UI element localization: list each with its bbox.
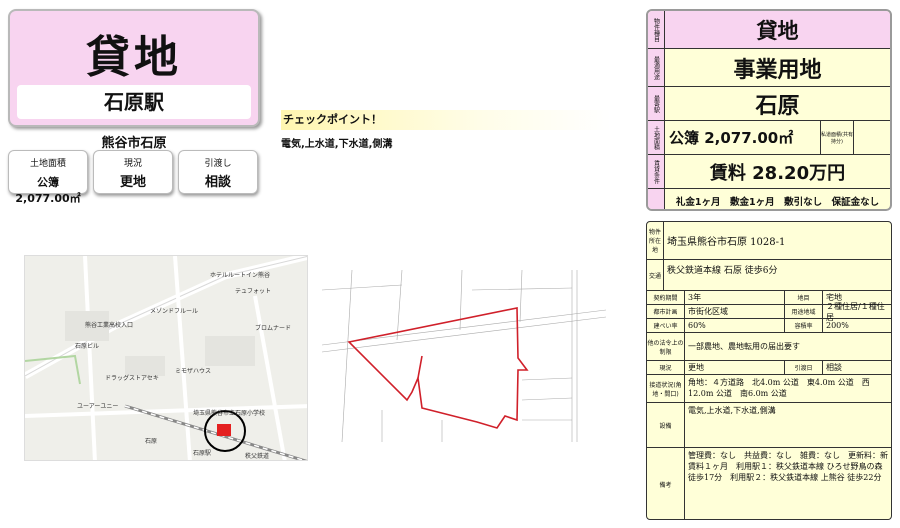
location-text: 熊谷市石原 [101,136,167,151]
checkpoint-title: チェックポイント！ [281,110,611,130]
site-plan [322,270,606,442]
location-map: ホテルルートイン熊谷 テュフォット 熊谷工業高校入口 メゾンドフルール 石原ビル… [24,255,308,461]
spec-panel: 物件種目 貸地 最適用途 事業用地 最寄駅 石原 土地面積 公簿 2,077.0… [646,9,892,211]
detail-label: 備考 [647,448,685,519]
address-value: 埼玉県熊谷市石原 1028-1 [667,237,786,248]
delivery-value: 相談 [204,175,231,190]
spec-row: 礼金1ヶ月 敷金1ヶ月 敷引なし 保証金なし [648,189,890,209]
detail-label: 現況 [647,361,685,374]
spec-label [648,189,665,209]
plan-svg [322,270,606,442]
detail-label: 地目 [785,291,823,304]
transport-value: 秩父鉄道本線 石原 徒歩6分 [667,266,778,276]
map-label: 石原駅 [193,450,212,457]
detail-label: 契約期間 [647,291,685,304]
detail-label: 引渡日 [785,361,823,374]
map-label: 石原 [145,438,158,445]
detail-label: 接道状況(角地・間口) [647,375,685,402]
land-area-label: 土地面積 [29,159,66,169]
detail-row: 交通 秩父鉄道本線 石原 徒歩6分 [647,260,891,291]
detail-row: 接道状況(角地・間口) 角地：４方道路 北4.0m 公道 東4.0m 公道 西1… [647,375,891,403]
map-label: 秩父鉄道 [245,453,270,460]
title-card: 貸地 石原駅 [8,9,260,127]
detail-label: 用途地域 [785,305,823,318]
contract-value: 3年 [685,291,785,304]
spec-label: 最適用途 [648,49,665,86]
map-label: ブロムナード [255,325,292,332]
land-area-box: 土地面積 公簿 2,077.00㎡ [8,150,88,205]
detail-row: 物件所在地 埼玉県熊谷市石原 1028-1 [647,222,891,260]
spec-label: 土地面積 [648,121,665,154]
spec-row: 土地面積 公簿 2,077.00㎡ 私道面積(共有持分) [648,121,890,155]
detail-label: 容積率 [785,319,823,332]
zoning-value: ２種住居/１種住居 [826,301,885,322]
delivery-box: 引渡し 相談 [178,150,258,194]
station-name: 石原駅 [17,85,251,119]
current-status-box: 現況 更地 [93,150,173,194]
rent-value: 賃料 28.20万円 [709,162,846,184]
map-label: 埼玉県熊谷市立石原小学校 [193,410,266,417]
map-label: ミモザハウス [175,368,212,375]
map-label: ユーアーユニー [77,403,119,410]
floor-ratio-value: 200% [826,321,849,330]
spec-value: 公簿 2,077.00㎡ [669,129,794,147]
detail-label: 物件所在地 [647,222,664,259]
map-label: 石原ビル [75,343,100,350]
delivery-date-value: 相談 [826,363,842,372]
map-label: ホテルルートイン熊谷 [210,272,271,279]
spec-label: 賃貸条件 [648,155,665,188]
map-label: テュフォット [235,288,272,295]
spec-row: 物件種目 貸地 [648,11,890,49]
city-plan-value: 市街化区域 [685,305,785,318]
detail-row: 設備 電気,上水道,下水道,側溝 [647,403,891,448]
delivery-label: 引渡し [204,159,232,169]
detail-label: 交通 [647,260,664,290]
checkpoint-text: 電気,上水道,下水道,側溝 [281,139,393,150]
status-value: 更地 [685,361,785,374]
coverage-value: 60% [685,319,785,332]
spec-label: 物件種目 [648,11,665,48]
detail-row: 建ぺい率 60% 容積率 200% [647,319,891,333]
current-status-label: 現況 [123,159,142,169]
detail-label: 建ぺい率 [647,319,685,332]
spec-value: 石原 [755,93,800,119]
detail-table: 物件所在地 埼玉県熊谷市石原 1028-1 交通 秩父鉄道本線 石原 徒歩6分 … [646,221,892,520]
spec-row: 賃貸条件 賃料 28.20万円 [648,155,890,189]
detail-label: 設備 [647,403,685,447]
spec-value: 貸地 [665,11,890,48]
spec-label: 最寄駅 [648,87,665,120]
map-label: 熊谷工業高校入口 [85,322,134,329]
detail-row: 都市計画 市街化区域 用途地域 ２種住居/１種住居 [647,301,891,322]
law-value: 一部農地、農地転用の届出要す [688,342,800,351]
private-road-note: 私道面積(共有持分) [820,121,854,154]
map-label: ドラッグストアセキ [105,375,159,382]
map-label: メゾンドフルール [150,308,199,315]
detail-row: 現況 更地 引渡日 相談 [647,361,891,375]
road-value: 角地：４方道路 北4.0m 公道 東4.0m 公道 西12.0m 公道 南6.0… [688,378,870,398]
current-status-value: 更地 [119,175,146,190]
detail-label: 都市計画 [647,305,685,318]
spec-value: 事業用地 [733,57,822,83]
spec-row: 最適用途 事業用地 [648,49,890,87]
detail-row: 備考 管理費：なし 共益費：なし 雑費：なし 更新料：新賃料１ヶ月 利用駅１：秩… [647,448,891,519]
property-type-title: 貸地 [86,32,182,83]
land-area-value: 公簿 2,077.00㎡ [15,176,81,205]
rent-terms: 礼金1ヶ月 敷金1ヶ月 敷引なし 保証金なし [675,197,880,208]
remarks-value: 管理費：なし 共益費：なし 雑費：なし 更新料：新賃料１ヶ月 利用駅１：秩父鉄道… [688,451,888,483]
spec-row: 最寄駅 石原 [648,87,890,121]
detail-row: 他の法令上の制限 一部農地、農地転用の届出要す [647,333,891,361]
map-labels: ホテルルートイン熊谷 テュフォット 熊谷工業高校入口 メゾンドフルール 石原ビル… [25,256,307,460]
facility-value: 電気,上水道,下水道,側溝 [688,406,776,415]
detail-label: 他の法令上の制限 [647,333,685,360]
